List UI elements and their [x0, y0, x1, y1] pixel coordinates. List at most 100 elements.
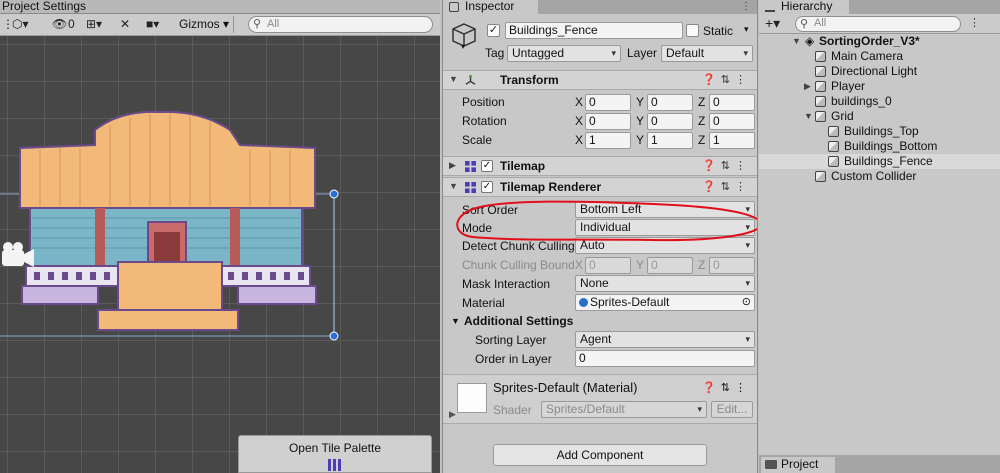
object-picker-icon[interactable]: ⊙	[742, 295, 751, 310]
position-z-label: Z	[698, 95, 706, 109]
tab-project[interactable]: Project	[761, 457, 835, 473]
additional-settings-title[interactable]: Additional Settings	[464, 314, 573, 328]
foldout-collapsed-icon[interactable]: ▶	[449, 409, 456, 420]
foldout-expanded-icon[interactable]: ▼	[449, 181, 458, 191]
material-value: Sprites-Default	[590, 295, 670, 309]
tag-dropdown[interactable]: Untagged ▾	[507, 45, 621, 62]
transform-icon	[465, 75, 476, 85]
foldout-expanded-icon[interactable]: ▼	[449, 74, 458, 84]
shader-edit-button: Edit...	[711, 401, 753, 418]
rotation-z-field[interactable]: 0	[709, 113, 755, 130]
position-y-label: Y	[636, 95, 645, 109]
hierarchy-search-placeholder: All	[814, 17, 827, 29]
static-checkbox[interactable]	[686, 24, 699, 37]
building-tilemap[interactable]	[0, 100, 350, 350]
sorting-layer-dropdown[interactable]: Agent ▾	[575, 331, 755, 348]
chevron-down-icon: ▾	[697, 404, 702, 414]
hierarchy-item-player[interactable]: ▶ Player	[759, 79, 1000, 94]
hierarchy-item-buildings-top[interactable]: Buildings_Top	[759, 124, 1000, 139]
gameobject-cube-icon	[828, 141, 839, 152]
chevron-down-icon: ▾	[745, 278, 750, 288]
tilemap-renderer-header[interactable]: ▼ ✓ Tilemap Renderer ❓⇅⋮	[443, 177, 757, 197]
material-preview	[457, 383, 487, 413]
shader-value: Sprites/Default	[546, 402, 625, 416]
hierarchy-search-input[interactable]: ⚲ All	[795, 16, 961, 32]
pillar-left	[95, 208, 105, 266]
tools-icon[interactable]: ✕	[120, 16, 130, 33]
tab-inspector[interactable]: Inspector	[443, 0, 538, 14]
hierarchy-item-grid[interactable]: ▼ Grid	[759, 109, 1000, 124]
tile-palette-icon	[328, 459, 342, 471]
order-in-layer-label: Order in Layer	[475, 352, 552, 366]
hierarchy-options-icon[interactable]: ⋮	[969, 16, 980, 29]
grid-snap-icon[interactable]: ⊞▾	[86, 16, 102, 33]
foundation-left	[21, 285, 99, 305]
tab-menu-icon[interactable]: ⋮	[741, 1, 751, 12]
tilemap-header[interactable]: ▶ ✓ Tilemap ❓⇅⋮	[443, 156, 757, 176]
scale-x-field[interactable]: 1	[585, 132, 631, 149]
scene-root-item[interactable]: ▼ ◈ SortingOrder_V3*	[759, 34, 1000, 49]
tilemap-enabled-checkbox[interactable]: ✓	[481, 160, 493, 172]
position-label: Position	[462, 95, 505, 109]
foldout-expanded-icon[interactable]: ▼	[804, 109, 813, 124]
layer-value: Default	[666, 46, 705, 60]
tilemap-renderer-enabled-checkbox[interactable]: ✓	[481, 181, 493, 193]
object-name-field[interactable]: Buildings_Fence	[505, 22, 683, 39]
visibility-icon[interactable]: 👁︎	[52, 16, 67, 33]
add-component-button[interactable]: Add Component	[493, 444, 707, 466]
rect-handle-top[interactable]	[329, 189, 339, 199]
transform-header[interactable]: ▼ Transform ❓⇅⋮	[443, 70, 757, 90]
position-x-field[interactable]: 0	[585, 94, 631, 111]
hierarchy-item-buildings-bottom[interactable]: Buildings_Bottom	[759, 139, 1000, 154]
position-z-field[interactable]: 0	[709, 94, 755, 111]
gizmos-dropdown[interactable]: Gizmos ▾	[175, 16, 235, 33]
chevron-down-icon: ▾	[745, 334, 750, 344]
foldout-collapsed-icon[interactable]: ▶	[804, 79, 811, 94]
hierarchy-item-main-camera[interactable]: Main Camera	[759, 49, 1000, 64]
foldout-collapsed-icon[interactable]: ▶	[449, 160, 456, 171]
inspector-panel: Inspector ⋮ ▾ ✓ Buildings_Fence Static ▾…	[442, 0, 758, 473]
layers-icon[interactable]: ⬡▾	[12, 16, 29, 33]
rotation-label: Rotation	[462, 114, 507, 128]
hierarchy-item-label: Custom Collider	[831, 169, 917, 183]
position-y-field[interactable]: 0	[647, 94, 693, 111]
foldout-expanded-icon[interactable]: ▼	[792, 34, 801, 49]
rect-handle-bottom[interactable]	[329, 331, 339, 341]
scale-y-field[interactable]: 1	[647, 132, 693, 149]
tag-value: Untagged	[512, 46, 565, 60]
shader-dropdown: Sprites/Default ▾	[541, 401, 707, 418]
order-in-layer-field[interactable]: 0	[575, 350, 755, 367]
mask-interaction-dropdown[interactable]: None ▾	[575, 275, 755, 292]
object-active-checkbox[interactable]: ✓	[487, 24, 500, 37]
hierarchy-item-directional-light[interactable]: Directional Light	[759, 64, 1000, 79]
icon-dropdown-arrow[interactable]: ▾	[461, 42, 465, 51]
additional-settings-foldout-icon[interactable]: ▼	[451, 316, 460, 326]
hierarchy-item-label: Grid	[831, 109, 854, 123]
scale-z-field[interactable]: 1	[709, 132, 755, 149]
material-field[interactable]: Sprites-Default ⊙	[575, 294, 755, 311]
scene-view[interactable]: Project Settings ⋮ ⬡▾ 👁︎ 0 ⊞▾ ✕ ■▾ Gizmo…	[0, 0, 440, 473]
hierarchy-item-buildings-0[interactable]: buildings_0	[759, 94, 1000, 109]
mask-interaction-label: Mask Interaction	[462, 277, 551, 291]
component-header-icons[interactable]: ❓⇅⋮	[702, 180, 751, 193]
search-icon: ⚲	[253, 18, 262, 30]
component-header-icons[interactable]: ❓⇅⋮	[702, 381, 751, 394]
tab-hierarchy[interactable]: Hierarchy	[759, 0, 849, 14]
component-header-icons[interactable]: ❓⇅⋮	[702, 159, 751, 172]
hierarchy-item-custom-collider[interactable]: Custom Collider	[759, 169, 1000, 184]
rotation-x-field[interactable]: 0	[585, 113, 631, 130]
camera-icon[interactable]: ■▾	[146, 16, 159, 33]
rotation-y-field[interactable]: 0	[647, 113, 693, 130]
component-header-icons[interactable]: ❓⇅⋮	[702, 73, 751, 86]
scene-search-input[interactable]: ⚲ All	[248, 16, 433, 33]
open-tile-palette-button[interactable]: Open Tile Palette	[238, 435, 432, 473]
hierarchy-item-label: Player	[831, 79, 866, 93]
project-settings-tab[interactable]: Project Settings	[2, 0, 86, 13]
hierarchy-item-buildings-fence[interactable]: Buildings_Fence	[759, 154, 1000, 169]
hierarchy-item-label: buildings_0	[831, 94, 892, 108]
chunk-z-field: 0	[709, 257, 755, 274]
static-dropdown-arrow[interactable]: ▾	[744, 24, 749, 35]
create-add-icon[interactable]: +▾	[765, 15, 780, 32]
scale-x-label: X	[575, 133, 584, 147]
layer-dropdown[interactable]: Default ▾	[661, 45, 753, 62]
